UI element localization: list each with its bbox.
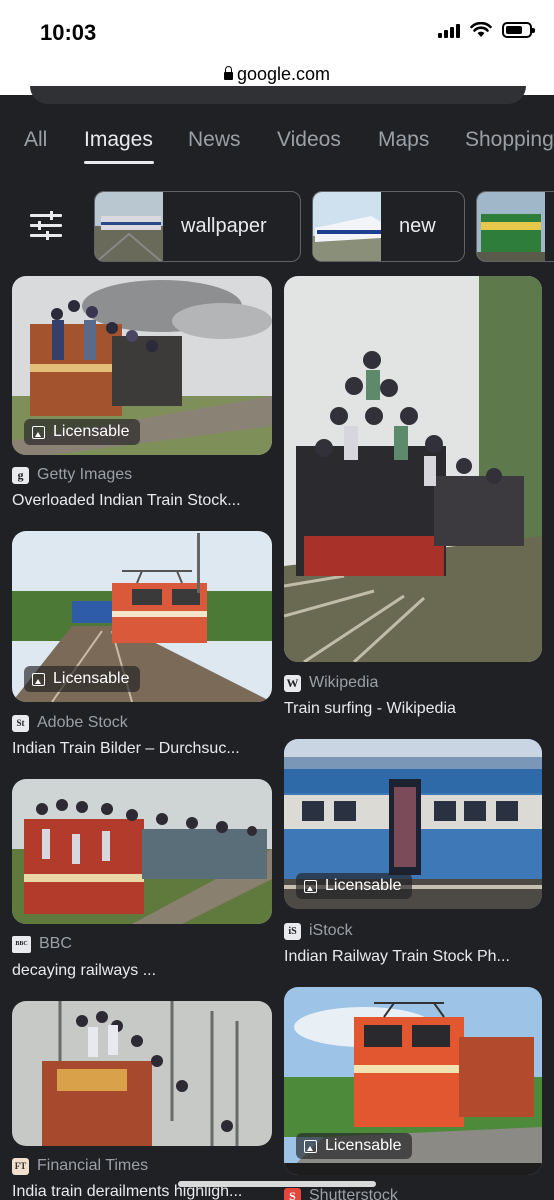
status-time: 10:03	[40, 20, 97, 45]
filter-icon[interactable]	[30, 211, 62, 240]
chip-wallpaper[interactable]: wallpaper	[94, 191, 301, 262]
url-text: google.com	[236, 64, 331, 84]
home-indicator[interactable]	[178, 1181, 376, 1187]
image-icon	[32, 425, 45, 439]
chip-thumbnail	[95, 192, 163, 261]
result-source[interactable]: St Adobe Stock	[12, 714, 128, 732]
licensable-badge: Licensable	[296, 873, 412, 899]
tab-maps[interactable]: Maps	[378, 128, 429, 152]
result-image-wikipedia[interactable]	[284, 276, 542, 662]
result-title[interactable]: Indian Train Bilder – Durchsuc...	[12, 740, 240, 758]
address-bar[interactable]: google.com	[0, 64, 554, 85]
result-source[interactable]: W Wikipedia	[284, 674, 378, 692]
image-icon	[304, 879, 317, 893]
adobe-stock-favicon-icon: St	[12, 714, 29, 732]
result-title[interactable]: Train surfing - Wikipedia	[284, 700, 456, 718]
chip-label: new	[399, 215, 436, 237]
wikipedia-favicon-icon: W	[284, 674, 301, 692]
licensable-badge: Licensable	[24, 666, 140, 692]
licensable-badge: Licensable	[24, 419, 140, 445]
result-source[interactable]: g Getty Images	[12, 466, 132, 484]
tab-all[interactable]: All	[24, 128, 47, 152]
shutterstock-favicon-icon: S	[284, 1187, 301, 1200]
tab-images[interactable]: Images	[84, 128, 153, 152]
chip-thumbnail	[477, 192, 545, 261]
result-image-shutterstock[interactable]: Licensable	[284, 987, 542, 1175]
ft-favicon-icon: FT	[12, 1157, 29, 1175]
wifi-icon	[470, 22, 492, 37]
result-image-istock[interactable]: Licensable	[284, 739, 542, 909]
lock-icon	[223, 66, 233, 80]
chip-label: wallpaper	[181, 215, 267, 237]
chip-new[interactable]: new	[312, 191, 465, 262]
train-photo	[12, 779, 272, 924]
bbc-favicon-icon: BBC	[12, 935, 31, 953]
result-source[interactable]: iS iStock	[284, 922, 353, 940]
chip-thumbnail	[313, 192, 381, 261]
result-source[interactable]: BBC BBC	[12, 935, 72, 953]
chip-more[interactable]	[476, 191, 554, 262]
image-icon	[32, 672, 45, 686]
battery-icon	[502, 22, 535, 38]
result-title[interactable]: decaying railways ...	[12, 962, 156, 980]
result-image-getty[interactable]: Licensable	[12, 276, 272, 455]
search-box[interactable]	[30, 86, 526, 104]
result-image-adobe[interactable]: Licensable	[12, 531, 272, 702]
train-photo	[284, 276, 542, 662]
getty-favicon-icon: g	[12, 466, 29, 484]
active-tab-indicator	[84, 161, 154, 164]
result-image-ft[interactable]	[12, 1001, 272, 1146]
istock-favicon-icon: iS	[284, 922, 301, 940]
tab-news[interactable]: News	[188, 128, 241, 152]
train-photo	[12, 1001, 272, 1146]
cellular-signal-icon	[438, 22, 460, 38]
image-icon	[304, 1139, 317, 1153]
result-title[interactable]: Indian Railway Train Stock Ph...	[284, 948, 510, 966]
result-title[interactable]: Overloaded Indian Train Stock...	[12, 492, 241, 510]
tab-videos[interactable]: Videos	[277, 128, 341, 152]
tab-shopping[interactable]: Shopping	[465, 128, 554, 152]
browser-top: 10:03 google.com	[0, 0, 554, 95]
result-image-bbc[interactable]	[12, 779, 272, 924]
licensable-badge: Licensable	[296, 1133, 412, 1159]
result-source[interactable]: FT Financial Times	[12, 1157, 148, 1175]
status-icons	[438, 22, 535, 38]
result-source[interactable]: S Shutterstock	[284, 1187, 398, 1200]
